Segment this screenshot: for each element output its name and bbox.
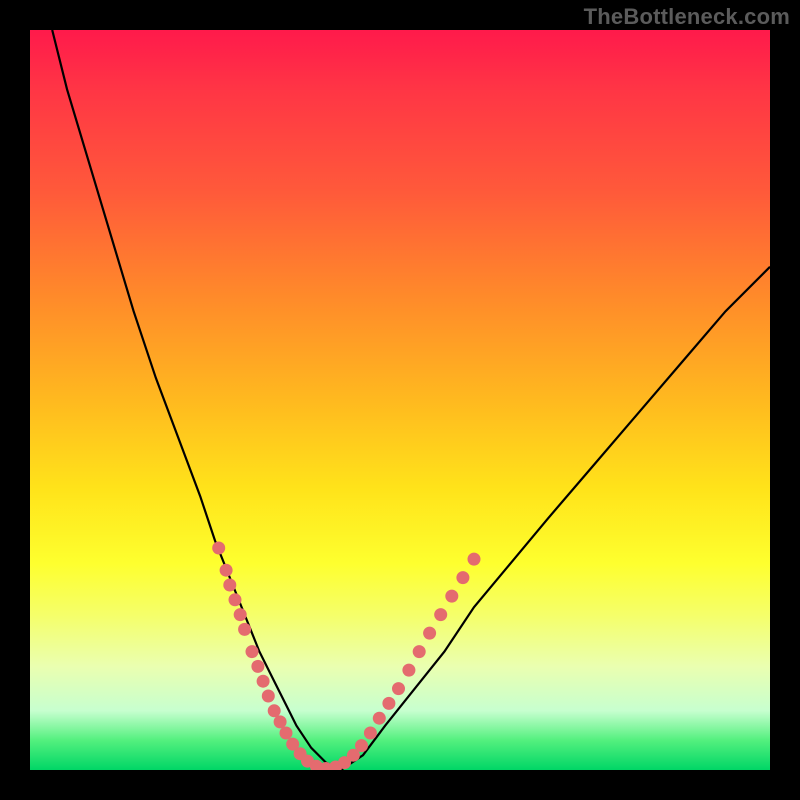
- data-marker: [373, 712, 386, 725]
- data-marker: [445, 590, 458, 603]
- data-marker: [251, 660, 264, 673]
- data-marker: [220, 564, 233, 577]
- data-marker: [274, 715, 287, 728]
- data-marker: [413, 645, 426, 658]
- data-marker: [434, 608, 447, 621]
- gradient-plot-area: [30, 30, 770, 770]
- data-marker: [262, 690, 275, 703]
- chart-stage: TheBottleneck.com: [0, 0, 800, 800]
- data-marker: [268, 704, 281, 717]
- data-marker: [392, 682, 405, 695]
- data-marker: [238, 623, 251, 636]
- data-marker: [364, 727, 377, 740]
- data-marker: [355, 739, 368, 752]
- data-marker: [382, 697, 395, 710]
- data-marker: [257, 675, 270, 688]
- watermark-text: TheBottleneck.com: [584, 4, 790, 30]
- data-marker: [234, 608, 247, 621]
- data-marker: [456, 571, 469, 584]
- data-marker: [280, 727, 293, 740]
- data-marker: [402, 664, 415, 677]
- data-marker: [246, 645, 259, 658]
- data-marker: [229, 593, 242, 606]
- bottleneck-curve-path: [52, 30, 770, 770]
- data-marker: [212, 542, 225, 555]
- data-marker: [223, 579, 236, 592]
- curve-svg: [30, 30, 770, 770]
- data-marker: [468, 553, 481, 566]
- data-marker: [423, 627, 436, 640]
